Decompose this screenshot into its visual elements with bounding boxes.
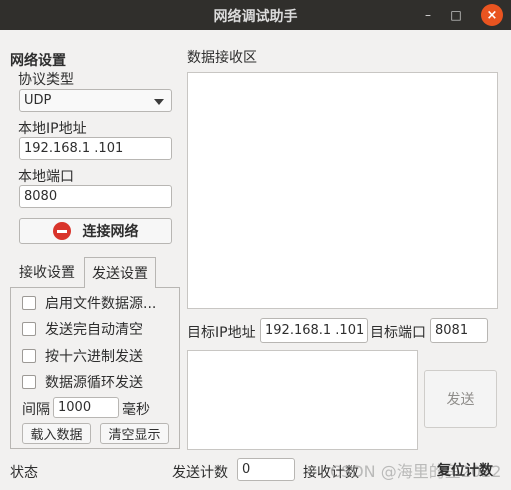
reset-count-button[interactable]: 复位计数	[437, 460, 493, 480]
tab-receive-settings[interactable]: 接收设置	[10, 257, 84, 287]
target-ip-input[interactable]: 192.168.1 .101	[260, 318, 368, 343]
protocol-label: 协议类型	[18, 72, 74, 88]
network-settings-title: 网络设置	[10, 53, 66, 69]
receive-area-label: 数据接收区	[187, 50, 257, 66]
stop-icon	[52, 222, 71, 240]
target-port-label: 目标端口	[370, 325, 426, 341]
protocol-select[interactable]: UDP	[19, 89, 172, 112]
title-bar: 网络调试助手 – □ ×	[0, 0, 511, 30]
option-hex-send-label: 按十六进制发送	[45, 349, 143, 365]
local-port-input[interactable]: 8080	[19, 185, 172, 208]
checkbox[interactable]	[22, 296, 36, 310]
maximize-icon[interactable]: □	[445, 4, 467, 26]
load-data-button[interactable]: 载入数据	[22, 423, 91, 444]
tab-send-settings[interactable]: 发送设置	[84, 257, 156, 288]
option-auto-clear-label: 发送完自动清空	[45, 322, 143, 338]
status-label: 状态	[10, 465, 38, 481]
target-ip-label: 目标IP地址	[187, 325, 256, 341]
connect-button[interactable]: 连接网络	[19, 218, 172, 244]
protocol-value: UDP	[24, 93, 52, 108]
option-loop-send-label: 数据源循环发送	[45, 375, 143, 391]
interval-input[interactable]: 1000	[53, 397, 119, 418]
send-input-area[interactable]	[187, 350, 418, 450]
option-loop-send[interactable]: 数据源循环发送	[22, 372, 143, 392]
receive-area[interactable]	[187, 72, 498, 309]
send-count-value: 0	[237, 458, 295, 481]
chevron-down-icon	[154, 99, 164, 105]
clear-display-button[interactable]: 清空显示	[100, 423, 169, 444]
option-hex-send[interactable]: 按十六进制发送	[22, 346, 143, 366]
interval-unit: 毫秒	[122, 402, 150, 418]
checkbox[interactable]	[22, 375, 36, 389]
interval-label: 间隔	[22, 402, 50, 418]
checkbox[interactable]	[22, 349, 36, 363]
send-count-label: 发送计数	[172, 465, 228, 481]
checkbox[interactable]	[22, 322, 36, 336]
close-icon[interactable]: ×	[481, 4, 503, 26]
option-file-source[interactable]: 启用文件数据源...	[22, 293, 156, 313]
local-port-label: 本地端口	[18, 169, 74, 185]
local-ip-label: 本地IP地址	[18, 121, 87, 137]
minimize-icon[interactable]: –	[417, 4, 439, 26]
connect-button-label: 连接网络	[82, 224, 139, 240]
option-file-source-label: 启用文件数据源...	[45, 296, 157, 312]
local-ip-input[interactable]: 192.168.1 .101	[19, 137, 172, 160]
option-auto-clear[interactable]: 发送完自动清空	[22, 319, 143, 339]
send-button[interactable]: 发送	[424, 370, 497, 428]
target-port-input[interactable]: 8081	[430, 318, 488, 343]
